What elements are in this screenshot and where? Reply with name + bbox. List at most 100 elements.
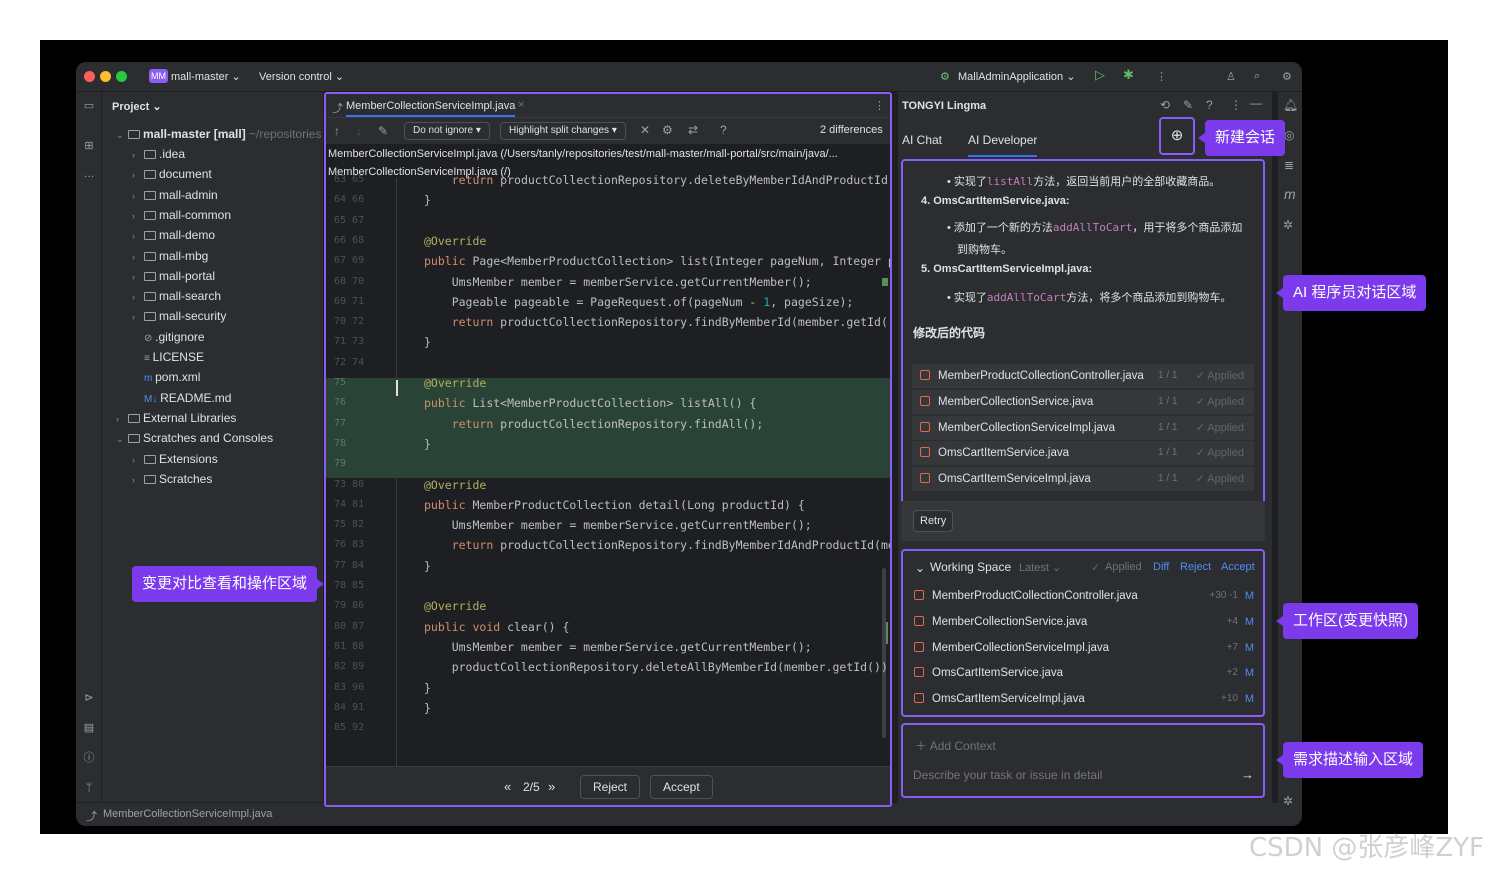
ignore-select[interactable]: Do not ignore ▾ [404, 122, 490, 140]
ws-version-select[interactable]: Latest ⌄ [1019, 561, 1061, 574]
tab-more-icon[interactable]: ⋮ [874, 99, 885, 112]
minimize-window-button[interactable] [100, 71, 111, 82]
folder-icon[interactable]: ▭ [81, 98, 97, 114]
account-icon[interactable]: ♙ [1226, 70, 1236, 83]
tree-item[interactable]: › Scratches [132, 469, 212, 489]
tree-item[interactable]: › Extensions [132, 449, 218, 469]
highlight-select[interactable]: Highlight split changes ▾ [500, 122, 626, 140]
notification-icon[interactable]: 🔔︎ [1283, 98, 1298, 112]
bullet-3-code: addAllToCart [986, 291, 1067, 304]
database-icon[interactable]: ≣ [1284, 158, 1294, 172]
ws-diff-button[interactable]: Diff [1153, 561, 1169, 573]
services-icon[interactable]: ⊳ [81, 690, 97, 706]
maven-icon[interactable]: m [1284, 186, 1296, 202]
close-window-button[interactable] [84, 71, 95, 82]
tree-item[interactable]: ⊘ .gitignore [132, 327, 205, 347]
diff-code-area[interactable]: 63 65 64 66 65 67 66 68 67 69 68 70 69 71 70 72… [326, 173, 892, 768]
modified-file-row[interactable]: OmsCartItemServiceImpl.java 1 / 1 ✓ Applie… [912, 467, 1254, 492]
history-icon[interactable]: ⟲ [1160, 98, 1170, 112]
ws-accept-button[interactable]: Accept [1221, 561, 1255, 573]
status-file[interactable]: MemberCollectionServiceImpl.java [103, 808, 272, 820]
run-config-selector[interactable]: MallAdminApplication ⌄ [958, 70, 1075, 83]
tree-item[interactable]: › mall-portal [132, 266, 215, 286]
tree-root[interactable]: ⌄ mall-master [mall] ~/repositories [116, 124, 321, 144]
prev-diff-icon[interactable]: ↑ [334, 124, 340, 138]
tab-diff-file[interactable]: MemberCollectionServiceImpl.java [346, 100, 516, 117]
prev-change-icon[interactable]: « [504, 779, 511, 794]
ws-reject-button[interactable]: Reject [1180, 561, 1211, 573]
modified-file-row[interactable]: OmsCartItemService.java 1 / 1 ✓ Applied [912, 441, 1254, 466]
tree-item[interactable]: › document [132, 164, 212, 184]
run-icon[interactable]: ▷ [1095, 67, 1105, 83]
workspace-file-row[interactable]: MemberCollectionService.java +4 M [912, 610, 1258, 634]
more-icon[interactable]: ⋮ [1230, 98, 1242, 112]
close-tab-icon[interactable]: × [518, 99, 524, 111]
add-context-button[interactable]: ＋ Add Context [915, 737, 996, 754]
tree-item[interactable]: › External Libraries [116, 408, 236, 428]
task-input[interactable] [913, 765, 1233, 785]
modified-file-row[interactable]: MemberProductCollectionController.java 1 … [912, 364, 1254, 388]
tab-ai-developer[interactable]: AI Developer [968, 133, 1038, 157]
vcs-menu[interactable]: Version control ⌄ [259, 70, 344, 83]
sync-scroll-icon[interactable]: ⇄ [688, 123, 698, 137]
next-change-icon[interactable]: » [548, 779, 555, 794]
tree-item[interactable]: M↓ README.md [132, 388, 231, 408]
minimize-icon[interactable]: — [1250, 96, 1262, 110]
more-icon[interactable]: ⋮ [1156, 70, 1167, 83]
ai-icon[interactable]: ◎ [1284, 128, 1294, 142]
tree-item[interactable]: › .idea [132, 144, 185, 164]
ws-chevron-icon[interactable]: ⌄ [915, 561, 925, 575]
workspace-file-row[interactable]: MemberProductCollectionController.java +3… [912, 584, 1258, 608]
project-panel-title[interactable]: Project ⌄ [112, 100, 162, 113]
next-diff-icon[interactable]: ↓ [356, 124, 362, 138]
code-line: public MemberProductCollection detail(Lo… [424, 497, 805, 512]
terminal-icon[interactable]: ▤ [81, 720, 97, 736]
help-icon[interactable]: ? [720, 123, 727, 137]
collapse-icon[interactable]: ✕ [640, 123, 650, 137]
lingma-icon[interactable]: ✲ [1283, 218, 1293, 232]
code-line: productCollectionRepository.deleteAllByM… [424, 660, 892, 675]
retry-bar [901, 501, 1265, 541]
chevron-right-icon: › [132, 190, 135, 201]
git-icon[interactable]: ᛘ [81, 780, 97, 796]
modified-file-row[interactable]: MemberCollectionService.java 1 / 1 ✓ Appli… [912, 389, 1254, 414]
lingma-status-icon[interactable]: ✲ [1283, 794, 1293, 808]
applied-label: Applied [1207, 447, 1244, 460]
edit-icon[interactable]: ✎ [1183, 98, 1193, 112]
search-icon[interactable]: ⌕ [1254, 70, 1260, 83]
tree-item[interactable]: › mall-admin [132, 185, 218, 205]
diff-reject-button[interactable]: Reject [580, 775, 641, 799]
diff-accept-button[interactable]: Accept [650, 775, 713, 799]
gear-icon[interactable]: ⚙ [662, 123, 673, 137]
new-session-button[interactable]: ⊕ [1159, 117, 1195, 155]
workspace-file-row[interactable]: OmsCartItemService.java +2 M [912, 661, 1258, 685]
workspace-file-row[interactable]: OmsCartItemServiceImpl.java +10 M [912, 687, 1258, 711]
tree-item[interactable]: › mall-security [132, 306, 226, 326]
tree-item[interactable]: › mall-mbg [132, 246, 208, 266]
more-tools-icon[interactable]: … [81, 166, 97, 182]
tree-item[interactable]: ≡ LICENSE [132, 347, 204, 367]
debug-icon[interactable]: ✱ [1123, 67, 1134, 83]
maximize-window-button[interactable] [116, 71, 127, 82]
tree-item[interactable]: ⌄ Scratches and Consoles [116, 428, 273, 448]
scrollbar[interactable] [882, 568, 886, 738]
project-selector[interactable]: mall-master ⌄ [171, 70, 241, 83]
tree-item-label: mall-search [159, 289, 222, 304]
send-arrow-icon[interactable]: → [1241, 767, 1254, 782]
tab-ai-chat[interactable]: AI Chat [902, 133, 942, 147]
settings-icon[interactable]: ⚙ [1282, 70, 1292, 83]
edit-icon[interactable]: ✎ [378, 124, 388, 138]
structure-icon[interactable]: ⊞ [81, 138, 97, 154]
workspace-file-row[interactable]: MemberCollectionServiceImpl.java +7 M [912, 636, 1258, 660]
tree-item[interactable]: › mall-common [132, 205, 231, 225]
tree-item[interactable]: m pom.xml [132, 367, 200, 387]
watermark: CSDN @张彦峰ZYF [1248, 833, 1484, 863]
modified-file-row[interactable]: MemberCollectionServiceImpl.java 1 / 1 ✓ A… [912, 415, 1254, 440]
applied-label: Applied [1207, 370, 1244, 382]
tree-item[interactable]: › mall-demo [132, 225, 215, 245]
retry-button[interactable]: Retry [913, 510, 954, 532]
tree-item[interactable]: › mall-search [132, 286, 221, 306]
applied-status: ✓ Applied [1195, 370, 1244, 382]
problems-icon[interactable]: ⓘ [81, 750, 97, 766]
help-icon[interactable]: ? [1206, 98, 1213, 112]
